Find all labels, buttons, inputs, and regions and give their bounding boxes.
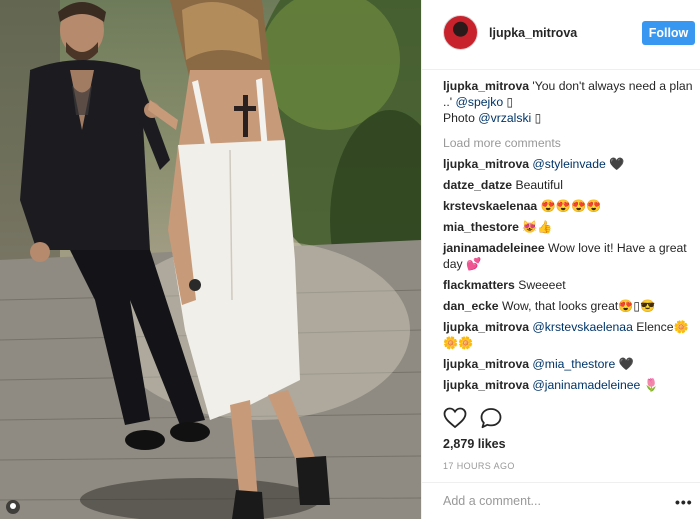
post-actions: [443, 405, 695, 435]
comment-bubble-icon[interactable]: [479, 407, 503, 429]
comment-text: 🌷: [640, 378, 659, 392]
comments-section: ljupka_mitrova 'You don't always need a …: [443, 78, 695, 393]
caption: ljupka_mitrova 'You don't always need a …: [443, 78, 695, 126]
comment-text: Wow, that looks great😍▯😎: [498, 299, 656, 313]
comment-mention[interactable]: @mia_thestore: [532, 357, 615, 371]
user-tag-icon[interactable]: [6, 500, 20, 514]
caption-emoji: ▯: [531, 111, 542, 125]
comment: mia_thestore 😻👍: [443, 219, 695, 235]
post-timestamp[interactable]: 17 HOURS AGO: [443, 461, 515, 471]
like-heart-icon[interactable]: [443, 407, 467, 429]
comment-username[interactable]: dan_ecke: [443, 299, 499, 313]
comment-username[interactable]: janinamadeleinee: [443, 241, 545, 255]
comment-username[interactable]: ljupka_mitrova: [443, 320, 529, 334]
caption-username[interactable]: ljupka_mitrova: [443, 79, 529, 93]
likes-count[interactable]: 2,879 likes: [443, 437, 506, 451]
comment-username[interactable]: krstevskaelenaa: [443, 199, 537, 213]
add-comment-bar: •••: [422, 482, 700, 519]
comment-username[interactable]: mia_thestore: [443, 220, 519, 234]
comment-username[interactable]: ljupka_mitrova: [443, 378, 529, 392]
comment: datze_datze Beautiful: [443, 177, 695, 193]
photo-illustration: [0, 0, 421, 519]
comment-mention[interactable]: @styleinvade: [532, 157, 605, 171]
caption-emoji: ▯: [503, 95, 514, 109]
comment: ljupka_mitrova @janinamadeleinee 🌷: [443, 377, 695, 393]
comment: krstevskaelenaa 😍😍😍😍: [443, 198, 695, 214]
comment-username[interactable]: ljupka_mitrova: [443, 157, 529, 171]
caption-mention[interactable]: @spejko: [456, 95, 504, 109]
comment-text: 😻👍: [518, 220, 553, 234]
comment: dan_ecke Wow, that looks great😍▯😎: [443, 298, 695, 314]
comment: ljupka_mitrova @krstevskaelenaa Elence🌼🌼…: [443, 319, 695, 351]
load-more-comments-link[interactable]: Load more comments: [443, 135, 695, 151]
comment-text: 🖤: [605, 157, 625, 171]
post-header: ljupka_mitrova Follow: [422, 0, 700, 70]
comment-text: Sweeeet: [514, 278, 566, 292]
add-comment-input[interactable]: [443, 494, 653, 508]
post-photo[interactable]: [0, 0, 421, 519]
comment-username[interactable]: datze_datze: [443, 178, 512, 192]
follow-button[interactable]: Follow: [642, 21, 695, 45]
caption-photographer-mention[interactable]: @vrzalski: [478, 111, 531, 125]
caption-photo-credit: Photo: [443, 111, 479, 125]
more-options-icon[interactable]: •••: [675, 494, 693, 510]
avatar[interactable]: [443, 15, 478, 50]
header-username[interactable]: ljupka_mitrova: [489, 26, 577, 40]
post-side-panel: ljupka_mitrova Follow ljupka_mitrova 'Yo…: [421, 0, 700, 519]
comment-username[interactable]: ljupka_mitrova: [443, 357, 529, 371]
comment-text: Beautiful: [512, 178, 563, 192]
comment-mention[interactable]: @janinamadeleinee: [532, 378, 640, 392]
comment: ljupka_mitrova @styleinvade 🖤: [443, 156, 695, 172]
comment: janinamadeleinee Wow love it! Have a gre…: [443, 240, 695, 272]
comment-text: 😍😍😍😍: [537, 199, 602, 213]
comment: ljupka_mitrova @mia_thestore 🖤: [443, 356, 695, 372]
comment-username[interactable]: flackmatters: [443, 278, 515, 292]
comment: flackmatters Sweeeet: [443, 277, 695, 293]
comment-mention[interactable]: @krstevskaelenaa: [532, 320, 632, 334]
comment-text: 🖤: [615, 357, 634, 371]
